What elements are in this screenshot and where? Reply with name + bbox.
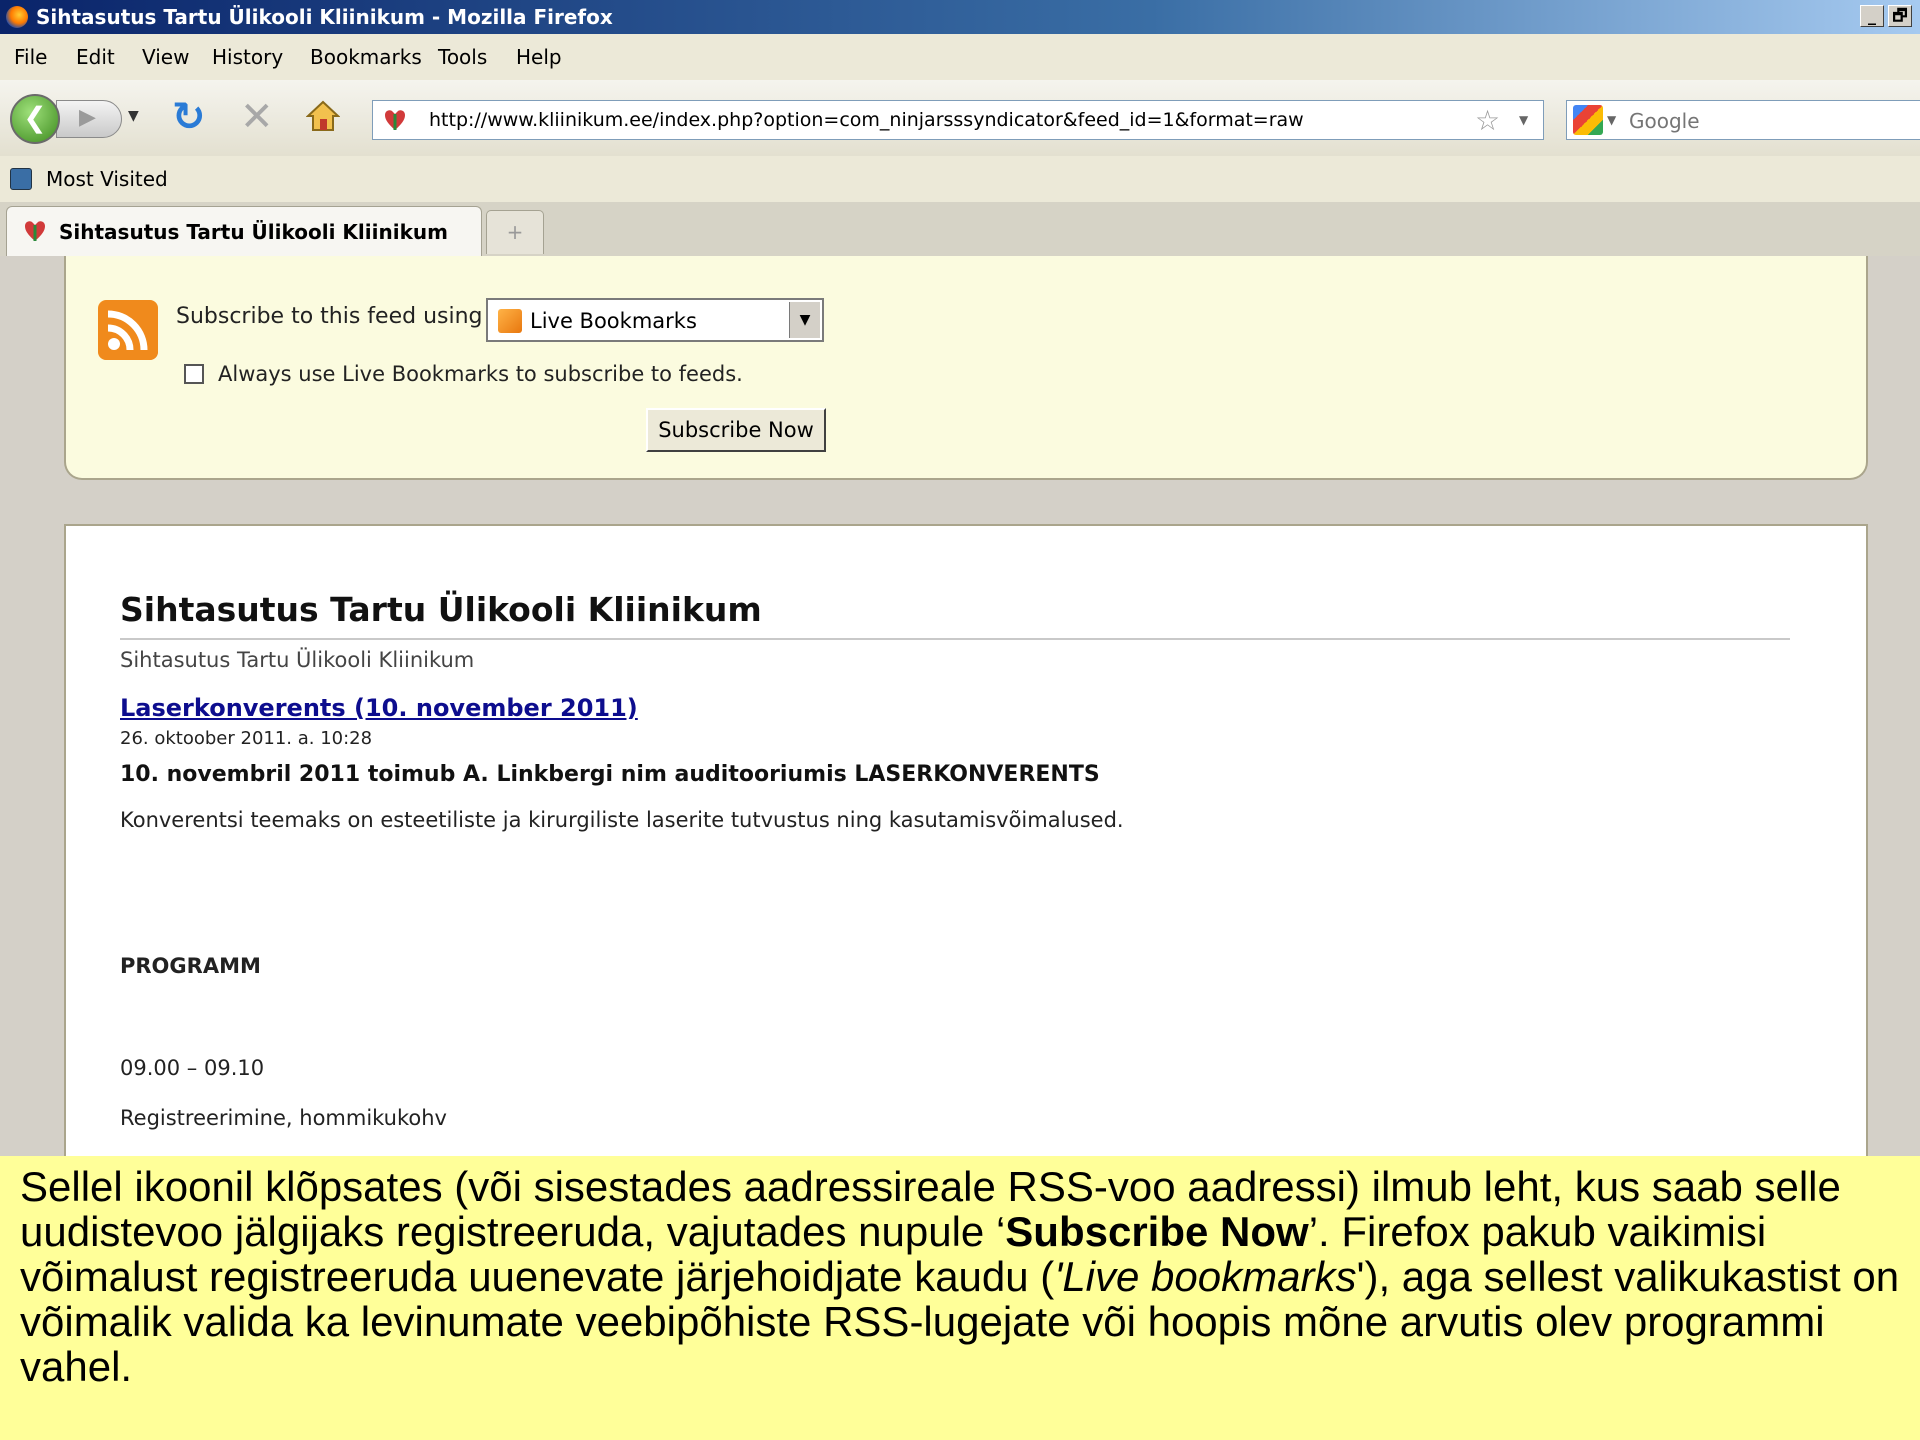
title-divider: [120, 638, 1790, 640]
url-dropdown-icon[interactable]: ▼: [1519, 113, 1528, 127]
page-content: Subscribe to this feed using Live Bookma…: [0, 256, 1920, 1156]
history-dropdown-icon[interactable]: ▼: [128, 108, 139, 124]
address-bar[interactable]: http://www.kliinikum.ee/index.php?option…: [372, 100, 1544, 140]
feed-title: Sihtasutus Tartu Ülikooli Kliinikum: [120, 590, 762, 629]
entry-registration: Registreerimine, hommikukohv: [120, 1106, 447, 1130]
always-use-checkbox[interactable]: [184, 364, 204, 384]
caption-bold: Subscribe Now: [1005, 1208, 1309, 1255]
entry-program-heading: PROGRAMM: [120, 954, 261, 978]
menu-help[interactable]: Help: [516, 45, 562, 69]
bookmarks-toolbar: Most Visited: [0, 156, 1920, 203]
search-engine-dropdown-icon[interactable]: ▼: [1607, 113, 1616, 127]
rss-feed-icon: [98, 300, 158, 360]
url-text[interactable]: http://www.kliinikum.ee/index.php?option…: [429, 109, 1304, 131]
caption-italic: 'Live bookmarks: [1054, 1253, 1357, 1300]
entry-body: Konverentsi teemaks on esteetiliste ja k…: [120, 808, 1124, 832]
new-tab-button[interactable]: +: [486, 210, 544, 254]
subscribe-label: Subscribe to this feed using: [176, 304, 483, 329]
google-icon[interactable]: [1573, 105, 1603, 135]
home-icon[interactable]: [306, 100, 340, 132]
feed-content-area: Sihtasutus Tartu Ülikooli Kliinikum Siht…: [64, 524, 1868, 1156]
rss-small-icon: [498, 309, 522, 333]
bookmark-most-visited[interactable]: Most Visited: [46, 167, 168, 191]
window-title-bar: Sihtasutus Tartu Ülikooli Kliinikum - Mo…: [0, 0, 1920, 34]
stop-icon[interactable]: ✕: [240, 94, 274, 140]
feed-reader-select[interactable]: Live Bookmarks ▼: [486, 298, 824, 342]
site-favicon-icon: [385, 110, 405, 130]
search-bar[interactable]: ▼: [1566, 100, 1920, 140]
menu-tools[interactable]: Tools: [438, 45, 487, 69]
tab-favicon-icon: [25, 221, 45, 241]
feed-subtitle: Sihtasutus Tartu Ülikooli Kliinikum: [120, 648, 475, 672]
feed-reader-selected: Live Bookmarks: [530, 309, 697, 333]
tab-label: Sihtasutus Tartu Ülikooli Kliinikum: [59, 220, 448, 244]
entry-heading: 10. novembril 2011 toimub A. Linkbergi n…: [120, 762, 1100, 787]
reload-icon[interactable]: ↻: [172, 94, 206, 140]
entry-time: 09.00 – 09.10: [120, 1056, 265, 1080]
entry-title-link[interactable]: Laserkonverents (10. november 2011): [120, 694, 638, 722]
chevron-down-icon[interactable]: ▼: [789, 302, 820, 338]
restore-button[interactable]: 🗗: [1888, 5, 1912, 27]
window-title: Sihtasutus Tartu Ülikooli Kliinikum - Mo…: [36, 5, 613, 29]
tab-active[interactable]: Sihtasutus Tartu Ülikooli Kliinikum: [6, 206, 482, 256]
feed-subscribe-box: Subscribe to this feed using Live Bookma…: [64, 256, 1868, 480]
always-use-label: Always use Live Bookmarks to subscribe t…: [218, 362, 743, 386]
menu-bookmarks[interactable]: Bookmarks: [310, 45, 422, 69]
menu-history[interactable]: History: [212, 45, 283, 69]
menu-bar: File Edit View History Bookmarks Tools H…: [0, 34, 1920, 81]
subscribe-now-button[interactable]: Subscribe Now: [646, 408, 826, 452]
forward-arrow-icon: ▶: [79, 105, 96, 130]
back-arrow-icon: ❮: [23, 101, 47, 134]
caption-text: Sellel ikoonil klõpsates (või sisestades…: [20, 1164, 1900, 1389]
back-button[interactable]: ❮: [10, 94, 60, 144]
tab-strip: Sihtasutus Tartu Ülikooli Kliinikum +: [0, 202, 1920, 257]
menu-file[interactable]: File: [14, 45, 47, 69]
star-icon[interactable]: ☆: [1475, 104, 1500, 137]
forward-button[interactable]: ▶: [56, 100, 122, 138]
menu-view[interactable]: View: [142, 45, 189, 69]
firefox-logo-icon: [6, 6, 28, 28]
minimize-button[interactable]: _: [1860, 5, 1884, 27]
instruction-caption: Sellel ikoonil klõpsates (või sisestades…: [0, 1156, 1920, 1440]
navigation-toolbar: ▶ ❮ ▼ ↻ ✕ http://www.kliinikum.ee/index.…: [0, 80, 1920, 157]
entry-date: 26. oktoober 2011. a. 10:28: [120, 728, 373, 749]
search-input[interactable]: [1627, 105, 1920, 137]
menu-edit[interactable]: Edit: [76, 45, 115, 69]
most-visited-icon: [10, 168, 32, 190]
